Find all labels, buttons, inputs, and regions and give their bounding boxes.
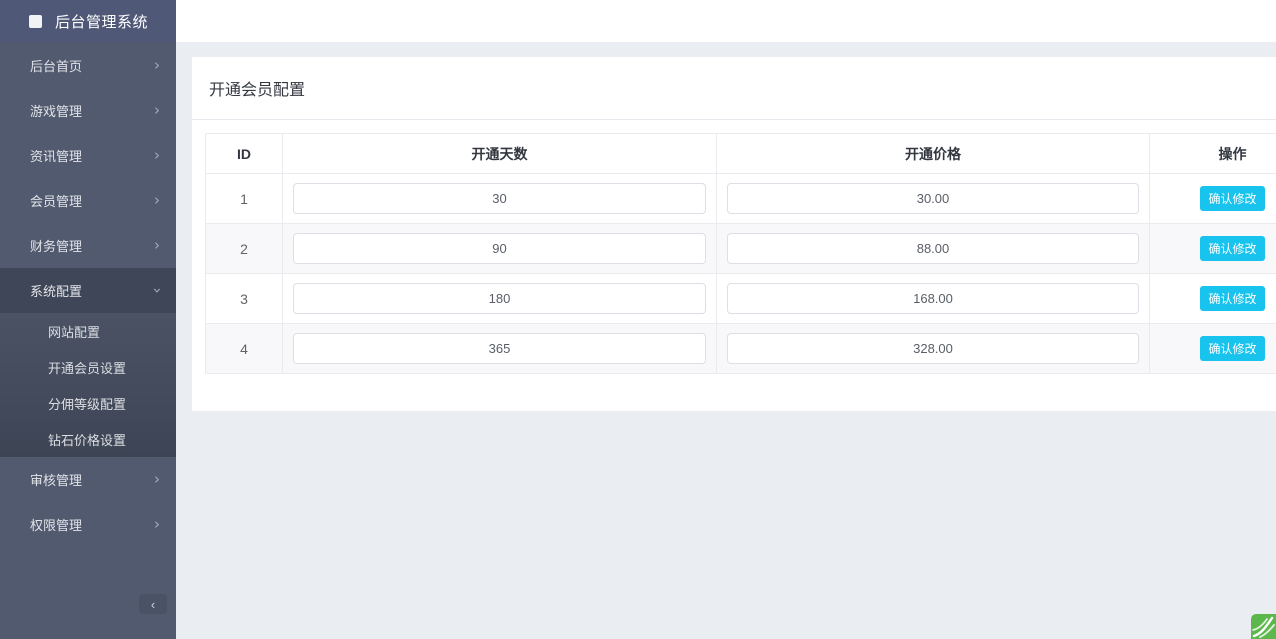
sidebar-subitem-label: 开通会员设置 [48,358,126,377]
member-config-card: 开通会员配置 ID 开通天数 开通价格 操作 [192,57,1276,411]
sidebar-subitem-commission-levels[interactable]: 分佣等级配置 [0,385,176,421]
days-input[interactable] [293,333,706,364]
table-row: 1 确认修改 [206,174,1276,224]
sidebar-item-system-config[interactable]: 系统配置 › [0,268,176,313]
chevron-right-icon: › [154,472,160,487]
table-row: 4 确认修改 [206,324,1276,374]
sidebar-subitem-label: 网站配置 [48,322,100,341]
chevron-left-icon: ‹ [151,597,155,612]
app-logo: 后台管理系统 [0,0,176,42]
app-title: 后台管理系统 [55,11,148,32]
table-row: 3 确认修改 [206,274,1276,324]
sidebar-item-news[interactable]: 资讯管理 › [0,133,176,178]
chevron-right-icon: › [154,517,160,532]
sidebar-item-label: 系统配置 [30,281,82,300]
row-id: 2 [206,224,283,274]
sidebar-item-permissions[interactable]: 权限管理 › [0,502,176,547]
row-id: 3 [206,274,283,324]
confirm-edit-button[interactable]: 确认修改 [1200,286,1264,311]
sidebar-item-members[interactable]: 会员管理 › [0,178,176,223]
row-id: 4 [206,324,283,374]
sidebar-subitem-diamond-price[interactable]: 钻石价格设置 [0,421,176,457]
price-input[interactable] [727,283,1139,314]
top-header-bar [176,0,1276,42]
sidebar-item-label: 会员管理 [30,191,82,210]
content-area: 开通会员配置 ID 开通天数 开通价格 操作 [176,42,1276,639]
sidebar-item-label: 审核管理 [30,470,82,489]
column-header-price: 开通价格 [717,134,1150,174]
column-header-actions: 操作 [1150,134,1276,174]
page-title: 开通会员配置 [209,82,305,99]
admin-app: 后台管理系统 后台首页 › 游戏管理 › 资讯管理 › 会员管理 › 财务管理 … [0,0,1276,639]
card-body: ID 开通天数 开通价格 操作 1 确认修改 [192,120,1276,387]
confirm-edit-button[interactable]: 确认修改 [1200,336,1264,361]
logo-icon [29,15,42,28]
chevron-right-icon: › [154,193,160,208]
price-input[interactable] [727,183,1139,214]
sidebar-subitem-label: 钻石价格设置 [48,430,126,449]
days-input[interactable] [293,183,706,214]
price-input[interactable] [727,333,1139,364]
sidebar-item-label: 财务管理 [30,236,82,255]
sidebar-nav: 后台首页 › 游戏管理 › 资讯管理 › 会员管理 › 财务管理 › 系统配 [0,42,176,547]
green-wave-icon [1251,614,1276,639]
sidebar-item-games[interactable]: 游戏管理 › [0,88,176,133]
sidebar-group-system-config: 系统配置 › 网站配置 开通会员设置 分佣等级配置 钻石价格设置 [0,268,176,457]
sidebar-collapse-button[interactable]: ‹ [139,594,167,614]
sidebar-item-label: 后台首页 [30,56,82,75]
sidebar-item-label: 资讯管理 [30,146,82,165]
sidebar-item-label: 权限管理 [30,515,82,534]
sidebar-submenu: 网站配置 开通会员设置 分佣等级配置 钻石价格设置 [0,313,176,457]
sidebar-item-finance[interactable]: 财务管理 › [0,223,176,268]
sidebar-item-label: 游戏管理 [30,101,82,120]
confirm-edit-button[interactable]: 确认修改 [1200,186,1264,211]
table-row: 2 确认修改 [206,224,1276,274]
row-id: 1 [206,174,283,224]
chevron-right-icon: › [154,238,160,253]
chevron-right-icon: › [154,103,160,118]
card-header: 开通会员配置 [192,57,1276,120]
chevron-down-icon: › [150,288,165,294]
price-input[interactable] [727,233,1139,264]
corner-widget-badge[interactable] [1251,614,1276,639]
column-header-id: ID [206,134,283,174]
sidebar-item-home[interactable]: 后台首页 › [0,43,176,88]
sidebar-subitem-label: 分佣等级配置 [48,394,126,413]
days-input[interactable] [293,233,706,264]
table-header-row: ID 开通天数 开通价格 操作 [206,134,1276,174]
confirm-edit-button[interactable]: 确认修改 [1200,236,1264,261]
sidebar-item-audit[interactable]: 审核管理 › [0,457,176,502]
sidebar: 后台管理系统 后台首页 › 游戏管理 › 资讯管理 › 会员管理 › 财务管理 … [0,0,176,639]
sidebar-subitem-member-settings[interactable]: 开通会员设置 [0,349,176,385]
chevron-right-icon: › [154,58,160,73]
chevron-right-icon: › [154,148,160,163]
sidebar-subitem-site-config[interactable]: 网站配置 [0,313,176,349]
member-config-table: ID 开通天数 开通价格 操作 1 确认修改 [205,133,1276,374]
days-input[interactable] [293,283,706,314]
column-header-days: 开通天数 [283,134,717,174]
main-area: 开通会员配置 ID 开通天数 开通价格 操作 [176,0,1276,639]
